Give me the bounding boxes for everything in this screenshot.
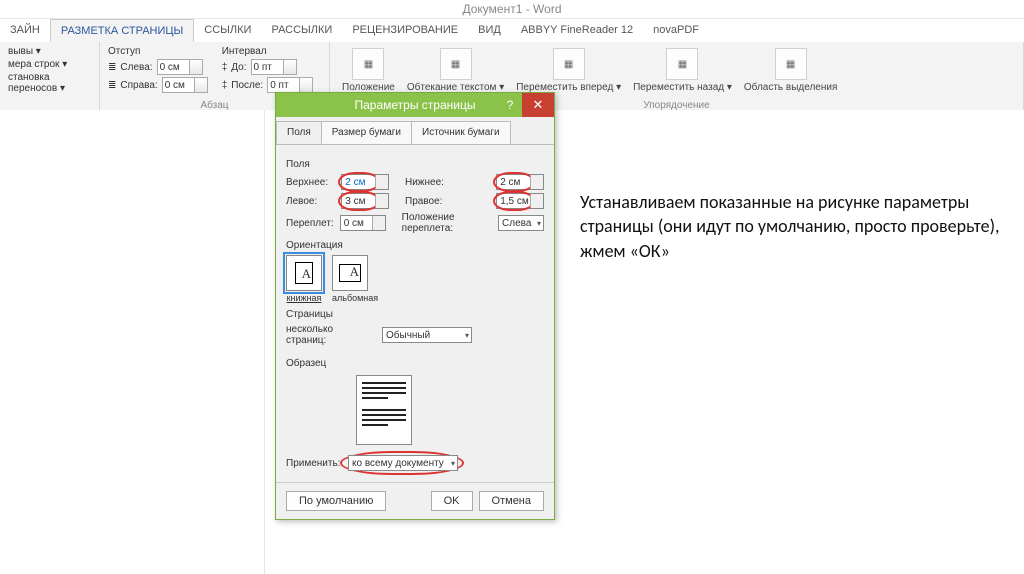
interval-heading: Интервал [222,46,314,57]
tab-page-layout[interactable]: РАЗМЕТКА СТРАНИЦЫ [50,19,194,42]
tab-mailings[interactable]: РАССЫЛКИ [261,19,342,42]
tab-references[interactable]: ССЫЛКИ [194,19,261,42]
indent-heading: Отступ [108,46,208,57]
apply-to-select[interactable]: ко всему документу [348,455,458,471]
interval-before-label: До: [231,62,246,73]
gutter-pos-label: Положение переплета: [392,212,492,234]
multi-pages-label: несколько страниц: [286,324,376,346]
gutter-pos-select[interactable]: Слева [498,215,544,231]
left-margin-label: Левое: [286,196,335,207]
preview-thumbnail [356,375,412,445]
tab-design[interactable]: ЗАЙН [0,19,50,42]
right-margin-input[interactable]: 1,5 см [496,193,544,209]
indent-right-label: Справа: [120,80,157,91]
position-button[interactable]: ▦Положение [338,46,399,95]
selection-pane-button[interactable]: ▦Область выделения [740,46,842,95]
top-margin-label: Верхнее: [286,177,335,188]
dialog-title: Параметры страницы ? ✕ [276,93,554,117]
page-edge [20,110,265,574]
wrap-text-button[interactable]: ▦Обтекание текстом ▾ [403,46,508,95]
dialog-tabs: Поля Размер бумаги Источник бумаги [276,117,554,145]
pages-heading: Страницы [286,309,544,320]
bottom-margin-label: Нижнее: [395,177,490,188]
indent-left-label: Слева: [120,62,152,73]
default-button[interactable]: По умолчанию [286,491,386,511]
right-margin-label: Правое: [395,196,490,207]
breaks-menu[interactable]: вывы ▾ [8,46,91,57]
interval-after-input[interactable]: 0 пт [267,77,313,93]
tab-paper[interactable]: Размер бумаги [321,121,412,144]
gutter-input[interactable]: 0 см [340,215,386,231]
interval-after-label: После: [231,80,263,91]
page-setup-dialog: Параметры страницы ? ✕ Поля Размер бумаг… [275,92,555,520]
multi-pages-select[interactable]: Обычный [382,327,472,343]
help-icon[interactable]: ? [500,93,520,117]
cancel-button[interactable]: Отмена [479,491,544,511]
gutter-label: Переплет: [286,218,334,229]
orientation-portrait[interactable]: A книжная [286,255,322,303]
bring-forward-button[interactable]: ▦Переместить вперед ▾ [512,46,625,95]
left-margin-input[interactable]: 3 см [341,193,389,209]
indent-left-input[interactable]: 0 см [157,59,203,75]
bottom-margin-input[interactable]: 2 см [496,174,544,190]
instruction-text: Устанавливаем показанные на рисунке пара… [580,190,1000,263]
tab-novapdf[interactable]: novaPDF [643,19,709,42]
close-icon[interactable]: ✕ [522,93,554,117]
orientation-landscape[interactable]: A альбомная [332,255,378,303]
window-title: Документ1 - Word [0,0,1024,19]
preview-heading: Образец [286,358,544,369]
interval-before-input[interactable]: 0 пт [251,59,297,75]
tab-source[interactable]: Источник бумаги [411,121,511,144]
send-backward-button[interactable]: ▦Переместить назад ▾ [629,46,736,95]
line-numbers-menu[interactable]: мера строк ▾ [8,59,91,70]
ok-button[interactable]: OK [431,491,473,511]
orientation-heading: Ориентация [286,240,544,251]
top-margin-input[interactable]: 2 см [341,174,389,190]
tab-margins[interactable]: Поля [276,121,322,144]
tab-abbyy[interactable]: ABBYY FineReader 12 [511,19,643,42]
apply-to-label: Применить: [286,458,342,469]
fields-heading: Поля [286,159,544,170]
hyphenation-menu[interactable]: становка переносов ▾ [8,72,91,94]
indent-right-input[interactable]: 0 см [162,77,208,93]
ribbon-tabs: ЗАЙН РАЗМЕТКА СТРАНИЦЫ ССЫЛКИ РАССЫЛКИ Р… [0,19,1024,42]
tab-view[interactable]: ВИД [468,19,511,42]
tab-review[interactable]: РЕЦЕНЗИРОВАНИЕ [342,19,468,42]
